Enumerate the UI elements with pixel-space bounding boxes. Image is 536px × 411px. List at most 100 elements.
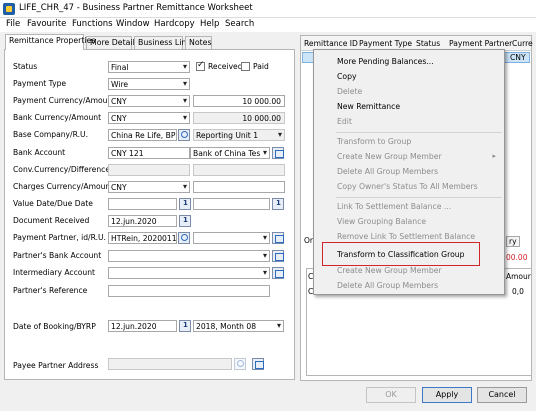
- conv-difference-field: [193, 164, 285, 176]
- payment-partner-ru-select[interactable]: [193, 232, 270, 244]
- partners-reference-label: Partner's Reference: [13, 286, 88, 295]
- intermediary-link-icon[interactable]: [272, 267, 284, 279]
- payee-address-field: [108, 358, 232, 370]
- ok-button[interactable]: OK: [366, 387, 416, 403]
- menu-item-new-remittance[interactable]: New Remittance: [337, 102, 400, 111]
- status-select[interactable]: Final: [108, 61, 190, 73]
- received-label: Received: [208, 62, 243, 71]
- bank-currency-label: Bank Currency/Amount: [13, 113, 102, 122]
- status-label: Status: [13, 62, 38, 71]
- menu-item-copy[interactable]: Copy: [337, 72, 357, 81]
- payment-currency-label: Payment Currency/Amount: [13, 96, 116, 105]
- value-date-label: Value Date/Due Date: [13, 199, 93, 208]
- payee-address-edit-icon[interactable]: [252, 358, 264, 370]
- lower-button-fragment[interactable]: ry: [506, 236, 520, 247]
- menu-bar: File Favourite Functions Window Hardcopy…: [0, 18, 536, 32]
- payment-partner-label: Payment Partner, id/R.U.: [13, 233, 106, 242]
- bank-name-select[interactable]: Bank of China Tes: [190, 147, 270, 159]
- booking-date-input[interactable]: 12.jun.2020: [108, 320, 177, 332]
- bank-currency-select[interactable]: CNY: [108, 112, 190, 124]
- tab-notes[interactable]: Notes: [185, 36, 212, 49]
- bank-account-input[interactable]: CNY 121: [108, 147, 190, 159]
- charges-label: Charges Currency/Amount: [13, 182, 114, 191]
- col-remittance-id[interactable]: Remittance ID: [304, 39, 358, 48]
- partners-bank-link-icon[interactable]: [272, 250, 284, 262]
- due-date-input[interactable]: [193, 198, 270, 210]
- app-icon: [3, 3, 15, 15]
- tab-remittance-properties[interactable]: Remittance Properties: [5, 34, 95, 50]
- menu-favourite[interactable]: Favourite: [27, 19, 66, 29]
- document-received-input[interactable]: 12.jun.2020: [108, 215, 177, 227]
- window-title: LIFE_CHR_47 - Business Partner Remittanc…: [19, 3, 253, 13]
- lower-amount-red: 00.00: [506, 253, 528, 262]
- col-status[interactable]: Status: [416, 39, 440, 48]
- paid-label: Paid: [253, 62, 269, 71]
- col-currency[interactable]: Curre: [512, 39, 533, 48]
- menu-item-edit: Edit: [337, 117, 352, 126]
- apply-button[interactable]: Apply: [422, 387, 472, 403]
- booking-date-calendar-icon[interactable]: [179, 320, 191, 332]
- due-date-calendar-icon[interactable]: [272, 198, 284, 210]
- menu-separator: [336, 197, 502, 198]
- payment-type-label: Payment Type: [13, 79, 67, 88]
- menu-item-transform-to-group: Transform to Group: [337, 137, 412, 146]
- partners-bank-label: Partner's Bank Account: [13, 251, 102, 260]
- menu-item-transform-classification[interactable]: Transform to Classification Group: [337, 250, 465, 259]
- menu-window[interactable]: Window: [116, 19, 150, 29]
- menu-item-delete-group-members-2: Delete All Group Members: [337, 281, 439, 290]
- intermediary-label: Intermediary Account: [13, 268, 96, 277]
- received-checkbox[interactable]: [196, 60, 205, 71]
- menu-search[interactable]: Search: [225, 19, 254, 29]
- intermediary-select[interactable]: [108, 267, 270, 279]
- payment-partner-input[interactable]: HTRein, 202001160: [108, 232, 177, 244]
- menu-file[interactable]: File: [6, 19, 20, 29]
- document-received-label: Document Received: [13, 216, 90, 225]
- bank-amount-field: 10 000.00: [193, 112, 285, 124]
- paid-checkbox[interactable]: [241, 62, 250, 71]
- menu-hardcopy[interactable]: Hardcopy: [154, 19, 195, 29]
- document-received-calendar-icon[interactable]: [179, 215, 191, 227]
- cancel-button[interactable]: Cancel: [477, 387, 527, 403]
- submenu-arrow-icon: ▸: [492, 152, 496, 160]
- payment-partner-search-icon[interactable]: [178, 232, 190, 244]
- base-company-search-icon[interactable]: [178, 129, 190, 141]
- tab-business-link[interactable]: Business Link: [134, 36, 191, 49]
- bank-account-label: Bank Account: [13, 148, 66, 157]
- payee-address-search-icon: [234, 358, 246, 370]
- menu-item-create-group-member-2: Create New Group Member: [337, 266, 442, 275]
- row-currency-cell: CNY: [510, 53, 526, 62]
- payment-currency-select[interactable]: CNY: [108, 95, 190, 107]
- payee-address-label: Payee Partner Address: [13, 361, 99, 370]
- base-company-label: Base Company/R.U.: [13, 130, 88, 139]
- title-bar: LIFE_CHR_47 - Business Partner Remittanc…: [0, 0, 536, 18]
- reporting-unit-select: Reporting Unit 1: [193, 129, 285, 141]
- menu-item-copy-owner-status: Copy Owner's Status To All Members: [337, 182, 478, 191]
- menu-item-link-settlement: Link To Settlement Balance ...: [337, 202, 452, 211]
- lower-col-fragment-2: Amour: [506, 272, 531, 281]
- context-menu: More Pending Balances... Copy Delete New…: [313, 49, 505, 295]
- byrp-select[interactable]: 2018, Month 08: [193, 320, 284, 332]
- col-payment-partner[interactable]: Payment Partner: [449, 39, 512, 48]
- menu-item-more-pending-balances[interactable]: More Pending Balances...: [337, 57, 434, 66]
- payment-partner-link-icon[interactable]: [272, 232, 284, 244]
- menu-separator: [336, 132, 502, 133]
- bank-account-link-icon[interactable]: [272, 147, 284, 159]
- value-date-calendar-icon[interactable]: [179, 198, 191, 210]
- value-date-input[interactable]: [108, 198, 177, 210]
- charges-currency-select[interactable]: CNY: [108, 181, 190, 193]
- conv-currency-field: [108, 164, 190, 176]
- menu-item-delete: Delete: [337, 87, 363, 96]
- payment-amount-input[interactable]: 10 000.00: [193, 95, 285, 107]
- conv-currency-label: Conv.Currency/Difference: [13, 165, 110, 174]
- payment-type-select[interactable]: Wire: [108, 78, 190, 90]
- menu-help[interactable]: Help: [200, 19, 219, 29]
- col-payment-type[interactable]: Payment Type: [359, 39, 412, 48]
- partners-reference-input[interactable]: [108, 285, 270, 297]
- menu-item-view-grouping-balance: View Grouping Balance: [337, 217, 427, 226]
- charges-amount-input[interactable]: [193, 181, 285, 193]
- lower-value-fragment: 0,0: [512, 287, 524, 296]
- booking-date-label: Date of Booking/BYRP: [13, 322, 96, 331]
- base-company-input[interactable]: China Re Life, BP11: [108, 129, 177, 141]
- menu-functions[interactable]: Functions: [72, 19, 113, 29]
- partners-bank-select[interactable]: [108, 250, 270, 262]
